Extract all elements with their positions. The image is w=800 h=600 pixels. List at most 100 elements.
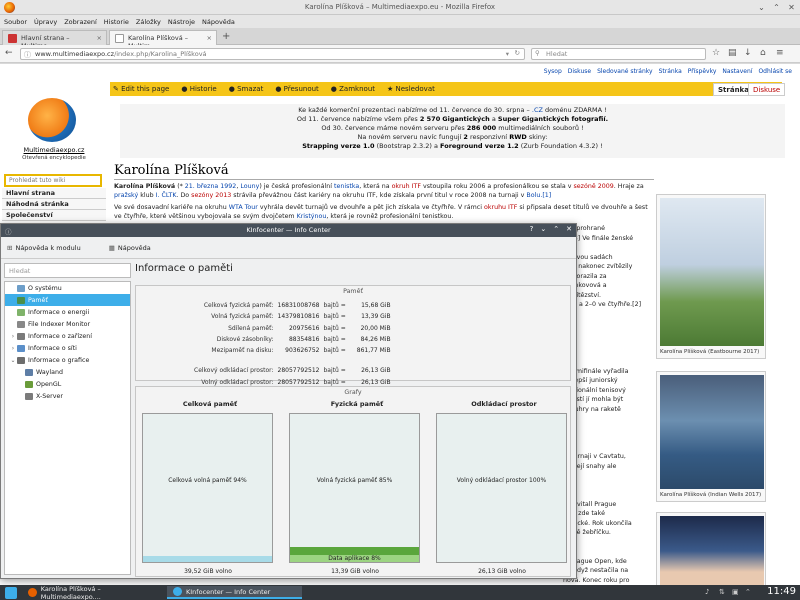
action-delete[interactable]: ● Smazat (229, 85, 270, 93)
thumbnail-caption: Karolína Plíšková (Eastbourne 2017) (660, 349, 760, 355)
back-icon[interactable]: ← (5, 49, 13, 58)
maximize-icon[interactable]: ⌃ (553, 225, 559, 233)
url-bar[interactable]: ⓘ www.multimediaexpo.cz/index.php/Karoli… (20, 48, 525, 60)
dropdown-icon[interactable]: ▾ (506, 50, 509, 58)
article-line (563, 348, 667, 358)
taskbar-item-kinfocenter[interactable]: KInfocenter — Info Center (167, 586, 302, 599)
tree-item[interactable]: › Informace o síti (5, 342, 130, 354)
expand-arrow-icon[interactable]: ⌄ (9, 357, 17, 364)
minimize-icon[interactable]: ⌄ (757, 3, 766, 12)
bookmark-star-icon[interactable]: ☆ (712, 49, 720, 58)
thumbnail-indian-wells[interactable]: Karolína Plíšková (Indian Wells 2017) (656, 371, 766, 502)
help-icon[interactable]: ? (530, 225, 534, 233)
memory-row: Volná fyzická paměť: 14379810816 bajtů = 13… (193, 312, 392, 321)
memory-unit: bajtů = (323, 347, 346, 355)
search-input[interactable]: ⚲ Hledat (531, 48, 706, 60)
article-line: dvouhry na raketě (563, 405, 621, 413)
user-link[interactable]: Odhlásit se (758, 68, 792, 75)
memory-graph: Fyzická paměť Volná fyzická paměť 85% Data… (285, 400, 429, 575)
maximize-icon[interactable]: ⌃ (772, 3, 781, 12)
user-link[interactable]: Nastavení (722, 68, 752, 75)
nav-main-page[interactable]: Hlavní strana (2, 188, 106, 199)
tree-item[interactable]: Wayland (5, 366, 130, 378)
module-search-input[interactable]: Hledat (4, 263, 131, 278)
module-help-button[interactable]: ⊞ Nápověda k modulu (7, 244, 95, 252)
tree-item[interactable]: ⌄ Informace o grafice (5, 354, 130, 366)
tab-main-page[interactable]: Hlavní strana – Multime... × (2, 30, 107, 50)
tree-item[interactable]: OpenGL (5, 378, 130, 390)
graph-title: Celková paměť (182, 400, 238, 408)
menu-item[interactable]: Nástroje (168, 18, 195, 26)
tree-item[interactable]: › Informace o zařízení (5, 330, 130, 342)
expand-arrow-icon[interactable]: › (9, 345, 17, 352)
article-line: učenkovová a (563, 282, 607, 289)
new-tab-icon[interactable]: + (222, 31, 230, 42)
memory-label (193, 357, 275, 364)
user-link[interactable]: Příspěvky (688, 68, 717, 75)
tab-talk[interactable]: Diskuse (748, 83, 786, 96)
tree-item-label: File Indexer Monitor (28, 320, 91, 328)
module-content: Informace o paměti Paměť Celková fyzická… (135, 263, 573, 577)
tennis-photo (660, 516, 764, 586)
library-icon[interactable]: ▤ (728, 49, 737, 58)
tab-karolina[interactable]: Karolína Plíšková – Multim... × (109, 30, 217, 50)
tree-item[interactable]: O systému (5, 282, 130, 294)
user-link[interactable]: Sysop (544, 68, 562, 75)
clock[interactable]: 11:49 (767, 586, 796, 597)
menu-hamburger-icon[interactable]: ≡ (776, 49, 784, 58)
reload-icon[interactable]: ↻ (515, 49, 520, 57)
volume-icon[interactable]: ♪ (705, 588, 709, 596)
close-tab-icon[interactable]: × (97, 34, 102, 42)
user-link[interactable]: Stránka (659, 68, 682, 75)
close-tab-icon[interactable]: × (207, 34, 212, 42)
thumbnail-third[interactable] (656, 512, 766, 586)
action-history[interactable]: ● Historie (181, 85, 222, 93)
menu-item[interactable]: Nápověda (202, 18, 235, 26)
nav-random-page[interactable]: Náhodná stránka (2, 199, 106, 210)
taskbar-item-firefox[interactable]: Karolína Plíšková – Multimediaexpo.... (22, 585, 165, 600)
tree-item[interactable]: File Indexer Monitor (5, 318, 130, 330)
download-icon[interactable]: ↓ (744, 49, 752, 58)
network-icon[interactable]: ⇅ (719, 588, 725, 596)
user-link[interactable]: Diskuse (568, 68, 591, 75)
graph-title: Odkládací prostor (471, 400, 537, 408)
close-icon[interactable]: ✕ (566, 225, 572, 233)
site-logo[interactable]: Multimediaexpo.cz Otevřená encyklopedie (2, 94, 106, 174)
minimize-icon[interactable]: ⌄ (540, 225, 546, 233)
expand-arrow-icon[interactable]: › (9, 333, 17, 340)
menu-item[interactable]: Záložky (136, 18, 161, 26)
menu-item[interactable]: Úpravy (34, 18, 57, 26)
tree-item[interactable]: Informace o energii (5, 306, 130, 318)
article-line (563, 433, 667, 443)
tree-item[interactable]: Paměť (5, 294, 130, 306)
clipboard-icon[interactable]: ▣ (732, 588, 739, 596)
memory-bytes (277, 357, 321, 364)
firefox-titlebar: Karolína Plíšková – Multimediaexpo.eu - … (0, 0, 800, 15)
tree-item-label: Informace o grafice (28, 356, 90, 364)
close-icon[interactable]: ✕ (787, 3, 796, 12)
menu-item[interactable]: Historie (104, 18, 129, 26)
memory-unit: bajtů = (323, 302, 346, 309)
memory-label: Sdílená paměť: (228, 324, 274, 332)
tree-item[interactable]: X-Server (5, 390, 130, 402)
memory-row: Diskové zásobníky: 88354816 bajtů = 84,26 M… (193, 335, 392, 344)
menu-item[interactable]: Zobrazení (64, 18, 97, 26)
action-protect[interactable]: ● Zamknout (331, 85, 381, 93)
nav-community[interactable]: Společenství (2, 210, 106, 221)
logo-title: Multimediaexpo.cz (23, 146, 85, 154)
memory-unit: bajtů = (323, 324, 346, 332)
action-edit[interactable]: ✎ Edit this page (113, 85, 175, 93)
action-move[interactable]: ● Přesunout (275, 85, 324, 93)
wiki-search-input[interactable]: Prohledat tuto wiki (4, 174, 102, 187)
thumbnail-eastbourne[interactable]: Karolína Plíšková (Eastbourne 2017) (656, 194, 766, 359)
action-unwatch[interactable]: ★ Nesledovat (387, 85, 441, 93)
module-icon (25, 380, 33, 388)
home-icon[interactable]: ⌂ (760, 49, 766, 58)
article-line (563, 490, 667, 500)
user-link[interactable]: Sledované stránky (597, 68, 653, 75)
app-launcher-icon[interactable] (5, 586, 17, 599)
tray-expand-icon[interactable]: ⌃ (745, 588, 751, 596)
help-button[interactable]: ▦ Nápověda (109, 244, 165, 252)
memory-value: 84,26 MiB (360, 335, 391, 343)
menu-item[interactable]: Soubor (4, 18, 27, 26)
